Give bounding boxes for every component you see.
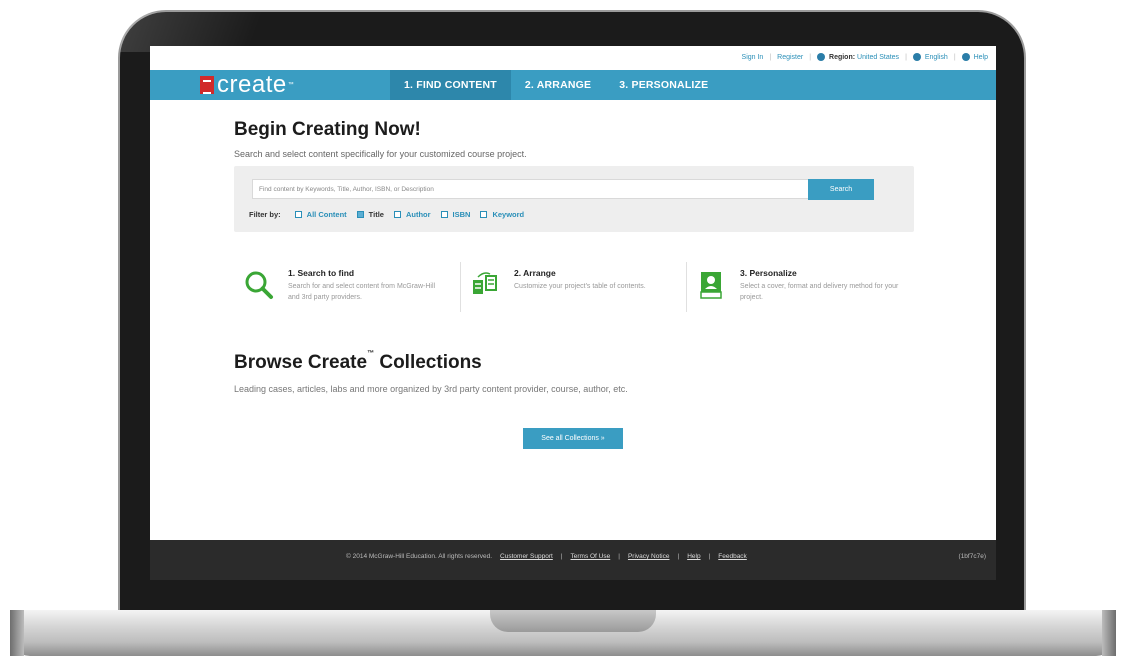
help-link[interactable]: Help bbox=[961, 53, 988, 61]
tab-arrange[interactable]: 2. ARRANGE bbox=[511, 70, 605, 100]
separator: | bbox=[953, 53, 956, 61]
step-search: 1. Search to find Search for and select … bbox=[234, 258, 460, 320]
footer: © 2014 McGraw-Hill Education. All rights… bbox=[150, 540, 996, 580]
help-footer-link[interactable]: Help bbox=[687, 553, 700, 560]
tab-personalize[interactable]: 3. PERSONALIZE bbox=[605, 70, 722, 100]
browse-subtitle: Leading cases, articles, labs and more o… bbox=[234, 384, 628, 394]
page-subtitle: Search and select content specifically f… bbox=[234, 149, 527, 159]
separator: | bbox=[708, 553, 711, 560]
help-icon bbox=[961, 53, 970, 61]
checkbox[interactable] bbox=[294, 211, 302, 218]
tab-find-content[interactable]: 1. FIND CONTENT bbox=[390, 70, 511, 100]
step-arrange: 2. Arrange Customize your project's tabl… bbox=[460, 258, 686, 320]
copyright: © 2014 McGraw-Hill Education. All rights… bbox=[346, 553, 493, 560]
search-panel: Find content by Keywords, Title, Author,… bbox=[234, 166, 914, 232]
logo-tm: ™ bbox=[287, 82, 294, 88]
filter-isbn[interactable]: ISBN bbox=[440, 210, 471, 219]
filter-item-label: Author bbox=[405, 210, 431, 219]
language-value[interactable]: English bbox=[925, 54, 948, 61]
feedback-link[interactable]: Feedback bbox=[718, 553, 747, 560]
step-description: Search for and select content from McGra… bbox=[288, 283, 436, 301]
terms-of-use-link[interactable]: Terms Of Use bbox=[571, 553, 611, 560]
nav-tabs: 1. FIND CONTENT 2. ARRANGE 3. PERSONALIZ… bbox=[390, 70, 722, 100]
filter-item-label: ISBN bbox=[452, 210, 471, 219]
search-button[interactable]: Search bbox=[808, 179, 874, 200]
separator: | bbox=[677, 553, 680, 560]
separator: | bbox=[769, 53, 772, 61]
search-input[interactable]: Find content by Keywords, Title, Author,… bbox=[252, 179, 812, 199]
step-title: 3. Personalize bbox=[740, 268, 797, 278]
filter-row: Filter by: All Content Title Author ISBN… bbox=[249, 210, 524, 219]
base-right-edge bbox=[1102, 610, 1116, 656]
separator: | bbox=[618, 553, 620, 560]
register-link[interactable]: Register bbox=[777, 54, 803, 61]
step-personalize: 3. Personalize Select a cover, format an… bbox=[686, 258, 914, 320]
filter-item-label: Keyword bbox=[492, 210, 525, 219]
steps-section: 1. Search to find Search for and select … bbox=[234, 258, 914, 320]
checkbox[interactable] bbox=[393, 211, 401, 218]
book-icon bbox=[700, 272, 722, 299]
privacy-notice-link[interactable]: Privacy Notice bbox=[628, 553, 670, 560]
separator: | bbox=[905, 53, 907, 61]
sign-in-link[interactable]: Sign In bbox=[742, 54, 764, 61]
customer-support-link[interactable]: Customer Support bbox=[500, 553, 553, 560]
filter-item-label: Title bbox=[368, 210, 384, 219]
filter-title[interactable]: Title bbox=[356, 210, 384, 219]
language-selector[interactable]: English bbox=[912, 53, 948, 61]
help-label[interactable]: Help bbox=[974, 54, 988, 61]
region-value[interactable]: United States bbox=[857, 54, 899, 61]
logo-text: create bbox=[217, 71, 287, 98]
utility-bar: Sign In | Register | Region: United Stat… bbox=[150, 46, 996, 68]
checkbox-checked[interactable] bbox=[356, 211, 364, 218]
browse-title: Browse Create™ Collections bbox=[234, 350, 482, 374]
separator: | bbox=[809, 53, 812, 61]
browse-title-text: Browse Create bbox=[234, 352, 368, 373]
checkbox[interactable] bbox=[480, 211, 488, 218]
speech-bubble-icon bbox=[912, 53, 921, 61]
filter-label: Filter by: bbox=[249, 210, 281, 219]
base-left-edge bbox=[10, 610, 24, 656]
step-title: 2. Arrange bbox=[514, 268, 556, 278]
filter-all-content[interactable]: All Content bbox=[294, 210, 347, 219]
separator: | bbox=[560, 553, 563, 560]
step-description: Select a cover, format and delivery meth… bbox=[740, 283, 899, 301]
filter-item-label: All Content bbox=[306, 210, 347, 219]
step-title: 1. Search to find bbox=[288, 268, 355, 278]
region-selector[interactable]: Region: United States bbox=[817, 53, 899, 61]
see-all-collections-button[interactable]: See all Collections » bbox=[523, 428, 623, 449]
globe-icon bbox=[817, 53, 826, 61]
laptop-notch bbox=[490, 610, 656, 632]
magnifier-icon bbox=[245, 271, 273, 299]
build-code: (1bf7c7e) bbox=[958, 553, 986, 560]
browse-tm: ™ bbox=[367, 350, 375, 357]
filter-keyword[interactable]: Keyword bbox=[480, 210, 524, 219]
page-title: Begin Creating Now! bbox=[234, 119, 421, 140]
browse-title-suffix: Collections bbox=[379, 352, 482, 373]
screen: Sign In | Register | Region: United Stat… bbox=[150, 46, 996, 580]
mcgraw-hill-logo-icon bbox=[200, 76, 214, 94]
arrange-icon bbox=[473, 272, 497, 294]
region-label: Region: bbox=[829, 53, 856, 61]
create-logo[interactable]: create ™ bbox=[200, 71, 294, 98]
footer-text: © 2014 McGraw-Hill Education. All rights… bbox=[346, 553, 747, 560]
filter-author[interactable]: Author bbox=[393, 210, 431, 219]
checkbox[interactable] bbox=[440, 211, 448, 218]
nav-bar: create ™ 1. FIND CONTENT 2. ARRANGE 3. P… bbox=[150, 70, 996, 100]
step-description: Customize your project's table of conten… bbox=[514, 283, 646, 290]
